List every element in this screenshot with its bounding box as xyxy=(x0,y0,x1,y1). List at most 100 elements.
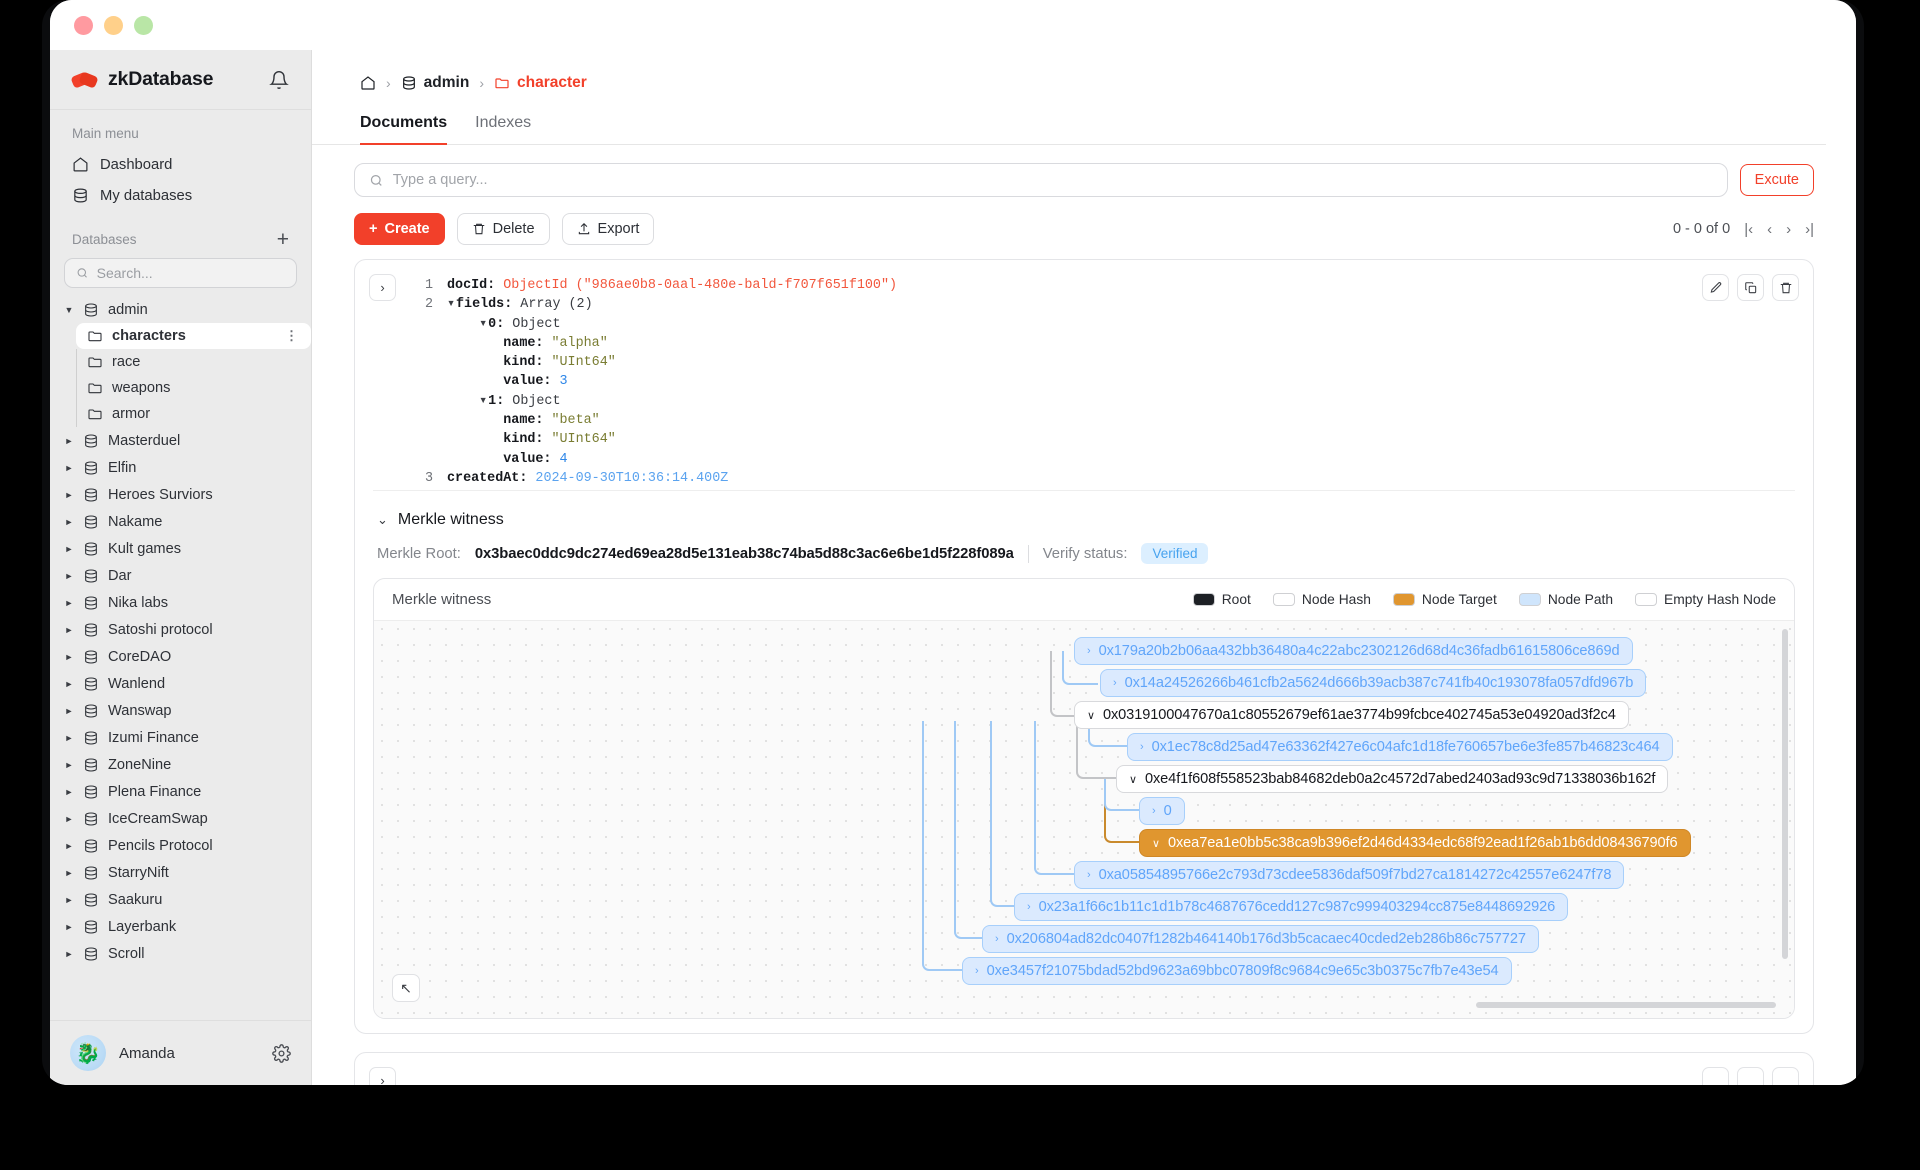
expand-document-button[interactable]: › xyxy=(369,274,396,301)
chevron-right-icon[interactable]: › xyxy=(1152,805,1156,817)
create-button[interactable]: + Create xyxy=(354,213,445,245)
caret-right-icon[interactable]: ► xyxy=(64,922,74,932)
caret-right-icon[interactable]: ► xyxy=(64,814,74,824)
sidebar-database-kult-games[interactable]: ► Kult games xyxy=(50,535,311,562)
chevron-down-icon[interactable]: ∨ xyxy=(1129,773,1137,786)
sidebar-database-izumi-finance[interactable]: ► Izumi Finance xyxy=(50,724,311,751)
maximize-window-button[interactable] xyxy=(134,15,153,35)
sidebar-database-icecreamswap[interactable]: ► IceCreamSwap xyxy=(50,805,311,832)
caret-down-icon[interactable]: ▼ xyxy=(64,305,74,315)
caret-right-icon[interactable]: ► xyxy=(64,436,74,446)
prev-page-button[interactable]: ‹ xyxy=(1767,221,1772,238)
collapse-item0-toggle[interactable]: ▾ xyxy=(479,315,488,334)
graph-fit-button[interactable]: ↖ xyxy=(392,974,420,1003)
add-database-button[interactable]: + xyxy=(277,229,289,250)
caret-right-icon[interactable]: ► xyxy=(64,544,74,554)
sidebar-database-wanlend[interactable]: ► Wanlend xyxy=(50,670,311,697)
expand-document-button[interactable]: › xyxy=(369,1067,396,1085)
collapse-fields-toggle[interactable]: ▾ xyxy=(447,295,456,314)
sidebar-database-plena-finance[interactable]: ► Plena Finance xyxy=(50,778,311,805)
graph-horizontal-scrollbar[interactable] xyxy=(1476,1002,1776,1009)
sidebar-database-scroll[interactable]: ► Scroll xyxy=(50,940,311,967)
sidebar-database-satoshi-protocol[interactable]: ► Satoshi protocol xyxy=(50,616,311,643)
sidebar-search-input[interactable] xyxy=(96,265,285,281)
merkle-witness-section-header[interactable]: ⌄ Merkle witness xyxy=(373,490,1795,539)
edit-document-button[interactable] xyxy=(1702,1067,1729,1085)
sidebar-collection-armor[interactable]: armor xyxy=(76,401,311,427)
caret-right-icon[interactable]: ► xyxy=(64,625,74,635)
chevron-right-icon[interactable]: › xyxy=(1087,869,1091,881)
database-tree[interactable]: ▼ admin characters ⋮ race weapons armor ► Master… xyxy=(50,296,311,1020)
chevron-right-icon[interactable]: › xyxy=(1140,741,1144,753)
caret-right-icon[interactable]: ► xyxy=(64,733,74,743)
caret-right-icon[interactable]: ► xyxy=(64,868,74,878)
merkle-node-n4[interactable]: › 0x1ec78c8d25ad47e63362f427e6c04afc1d18f… xyxy=(1127,733,1673,762)
caret-right-icon[interactable]: ► xyxy=(64,517,74,527)
chevron-right-icon[interactable]: › xyxy=(975,965,979,977)
sidebar-database-dar[interactable]: ► Dar xyxy=(50,562,311,589)
merkle-node-n10[interactable]: › 0x206804ad82dc0407f1282b464140b176d3b5c… xyxy=(982,925,1539,954)
tab-indexes[interactable]: Indexes xyxy=(475,114,531,145)
breadcrumb-collection[interactable]: character xyxy=(494,74,587,92)
merkle-node-n6[interactable]: › 0 xyxy=(1139,797,1185,826)
chevron-right-icon[interactable]: › xyxy=(1027,901,1031,913)
merkle-node-n11[interactable]: › 0xe3457f21075bdad52bd9623a69bbc07809f8c… xyxy=(962,957,1512,986)
sidebar-database-nika-labs[interactable]: ► Nika labs xyxy=(50,589,311,616)
brand[interactable]: zkDatabase xyxy=(70,68,214,91)
chevron-right-icon[interactable]: › xyxy=(995,933,999,945)
sidebar-item-my-databases[interactable]: My databases xyxy=(50,180,311,211)
breadcrumb-home[interactable] xyxy=(360,75,376,91)
notification-bell-icon[interactable] xyxy=(269,70,289,90)
sidebar-database-wanswap[interactable]: ► Wanswap xyxy=(50,697,311,724)
export-button[interactable]: Export xyxy=(561,213,655,245)
last-page-button[interactable]: ›| xyxy=(1805,221,1814,238)
merkle-node-n8[interactable]: › 0xa05854895766e2c793d73cdee5836daf509f7… xyxy=(1074,861,1625,890)
sidebar-database-masterduel[interactable]: ► Masterduel xyxy=(50,427,311,454)
sidebar-database-layerbank[interactable]: ► Layerbank xyxy=(50,913,311,940)
chevron-right-icon[interactable]: › xyxy=(1113,677,1117,689)
chevron-right-icon[interactable]: › xyxy=(1087,645,1091,657)
sidebar-collection-race[interactable]: race xyxy=(76,349,311,375)
copy-document-button[interactable] xyxy=(1737,274,1764,301)
caret-right-icon[interactable]: ► xyxy=(64,787,74,797)
copy-document-button[interactable] xyxy=(1737,1067,1764,1085)
minimize-window-button[interactable] xyxy=(104,15,123,35)
delete-document-button[interactable] xyxy=(1772,274,1799,301)
merkle-node-n5[interactable]: ∨ 0xe4f1f608f558523bab84682deb0a2c4572d7a… xyxy=(1116,765,1669,794)
sidebar-item-dashboard[interactable]: Dashboard xyxy=(50,149,311,180)
merkle-node-n7[interactable]: ∨ 0xea7ea1e0bb5c38ca9b396ef2d46d4334edc68… xyxy=(1139,829,1691,858)
caret-right-icon[interactable]: ► xyxy=(64,841,74,851)
sidebar-database-saakuru[interactable]: ► Saakuru xyxy=(50,886,311,913)
merkle-node-n3[interactable]: ∨ 0x0319100047670a1c80552679ef61ae3774b99… xyxy=(1074,701,1629,730)
caret-right-icon[interactable]: ► xyxy=(64,679,74,689)
graph-vertical-scrollbar[interactable] xyxy=(1782,629,1788,960)
breadcrumb-database[interactable]: admin xyxy=(401,74,469,92)
first-page-button[interactable]: |‹ xyxy=(1744,221,1753,238)
sidebar-collection-characters[interactable]: characters ⋮ xyxy=(76,323,311,349)
gear-icon[interactable] xyxy=(272,1043,291,1063)
sidebar-collection-weapons[interactable]: weapons xyxy=(76,375,311,401)
user-profile-row[interactable]: 🐉 Amanda xyxy=(50,1020,311,1085)
caret-right-icon[interactable]: ► xyxy=(64,760,74,770)
caret-right-icon[interactable]: ► xyxy=(64,706,74,716)
caret-right-icon[interactable]: ► xyxy=(64,949,74,959)
sidebar-database-heroes-surviors[interactable]: ► Heroes Surviors xyxy=(50,481,311,508)
sidebar-search-box[interactable] xyxy=(64,258,297,288)
caret-right-icon[interactable]: ► xyxy=(64,598,74,608)
caret-right-icon[interactable]: ► xyxy=(64,490,74,500)
caret-right-icon[interactable]: ► xyxy=(64,571,74,581)
collapse-item1-toggle[interactable]: ▾ xyxy=(479,392,488,411)
sidebar-database-zonenine[interactable]: ► ZoneNine xyxy=(50,751,311,778)
sidebar-database-nakame[interactable]: ► Nakame xyxy=(50,508,311,535)
edit-document-button[interactable] xyxy=(1702,274,1729,301)
merkle-node-n1[interactable]: › 0x179a20b2b06aa432bb36480a4c22abc230212… xyxy=(1074,637,1633,666)
merkle-node-n2[interactable]: › 0x14a24526266b461cfb2a5624d666b39acb387… xyxy=(1100,669,1647,698)
sidebar-database-starrynift[interactable]: ► StarryNift xyxy=(50,859,311,886)
execute-query-button[interactable]: Excute xyxy=(1739,164,1814,196)
tab-documents[interactable]: Documents xyxy=(360,114,448,145)
sidebar-database-coredao[interactable]: ► CoreDAO xyxy=(50,643,311,670)
merkle-node-n9[interactable]: › 0x23a1f66c1b11c1d1b78c4687676cedd127c98… xyxy=(1014,893,1569,922)
caret-right-icon[interactable]: ► xyxy=(64,895,74,905)
query-input[interactable] xyxy=(392,172,1713,188)
sidebar-database-admin[interactable]: ▼ admin xyxy=(50,296,311,323)
